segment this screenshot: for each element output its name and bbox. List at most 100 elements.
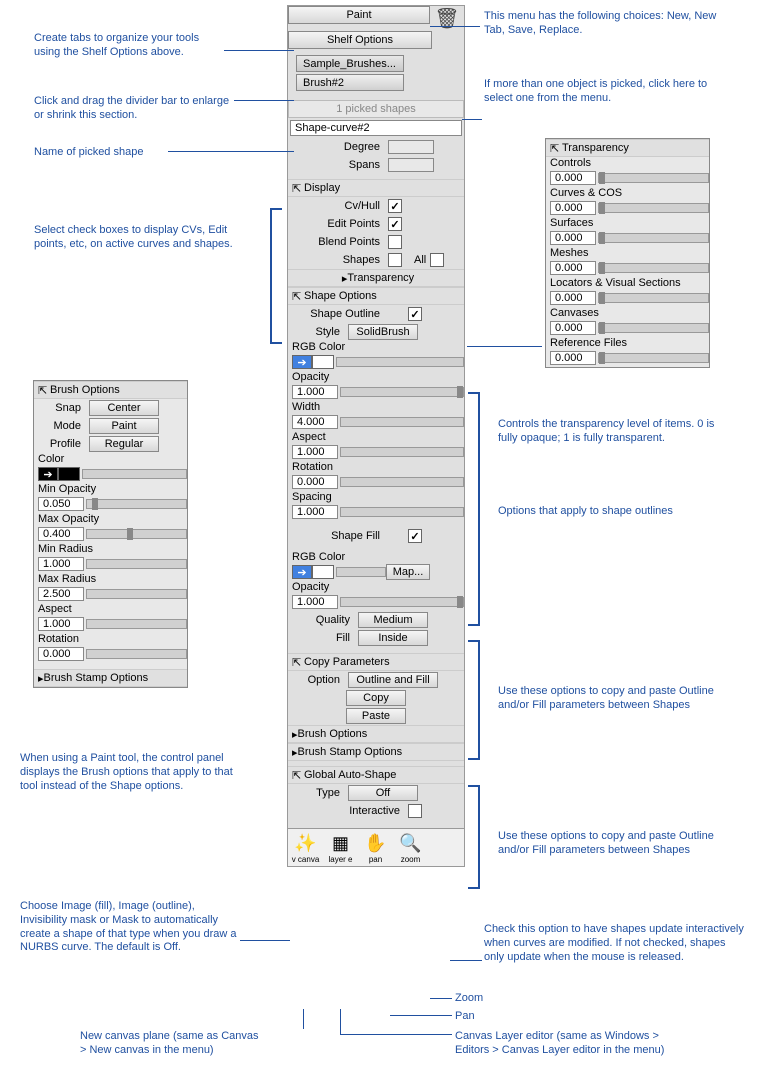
rgb-slider[interactable] xyxy=(336,357,464,367)
controls-input[interactable]: 0.000 xyxy=(550,171,596,185)
locators-input[interactable]: 0.000 xyxy=(550,291,596,305)
shelf-options-button[interactable]: Shelf Options xyxy=(288,31,432,49)
curves-cos-slider[interactable] xyxy=(598,203,709,213)
map-button[interactable]: Map... xyxy=(386,564,430,580)
width-slider[interactable] xyxy=(340,417,464,427)
brush-options-collapsed[interactable]: ▸ Brush Options xyxy=(288,725,464,743)
layer-editor-button[interactable]: ▦layer e xyxy=(323,829,358,866)
min-opacity-slider[interactable] xyxy=(86,499,187,509)
option-dropdown[interactable]: Outline and Fill xyxy=(348,672,438,688)
rgb2-color-swatch[interactable] xyxy=(312,565,334,579)
rgb-color-swatch[interactable] xyxy=(312,355,334,369)
interactive-checkbox[interactable] xyxy=(408,804,422,818)
copy-params-header[interactable]: ⇱Copy Parameters xyxy=(288,653,464,671)
brush-aspect-input[interactable]: 1.000 xyxy=(38,617,84,631)
mode-label: Mode xyxy=(34,420,89,432)
edit-points-checkbox[interactable] xyxy=(388,217,402,231)
global-auto-label: Global Auto-Shape xyxy=(304,769,396,781)
brush-panel-header[interactable]: ⇱Brush Options xyxy=(34,381,187,399)
tab-brush2[interactable]: Brush#2 xyxy=(296,74,404,91)
shape-options-header[interactable]: ⇱Shape Options xyxy=(288,287,464,305)
snap-dropdown[interactable]: Center xyxy=(89,400,159,416)
annotation-11: Options that apply to shape outlines xyxy=(498,505,698,519)
shape-outline-checkbox[interactable] xyxy=(408,307,422,321)
surfaces-input[interactable]: 0.000 xyxy=(550,231,596,245)
zoom-label: zoom xyxy=(401,855,421,864)
max-opacity-slider[interactable] xyxy=(86,529,187,539)
tab-sample-brushes[interactable]: Sample_Brushes... xyxy=(296,55,404,72)
pan-button[interactable]: ✋pan xyxy=(358,829,393,866)
rotation-input[interactable]: 0.000 xyxy=(292,475,338,489)
spacing-input[interactable]: 1.000 xyxy=(292,505,338,519)
brush-stamp-panel-label: Brush Stamp Options xyxy=(44,672,149,684)
rgb2-arrow-button[interactable]: ➔ xyxy=(292,565,312,579)
brush-rotation-input[interactable]: 0.000 xyxy=(38,647,84,661)
shape-name-input[interactable]: Shape-curve#2 xyxy=(290,120,462,136)
paint-button[interactable]: Paint xyxy=(288,6,430,24)
opacity2-input[interactable]: 1.000 xyxy=(292,595,338,609)
spacing-slider[interactable] xyxy=(340,507,464,517)
meshes-slider[interactable] xyxy=(598,263,709,273)
surfaces-slider[interactable] xyxy=(598,233,709,243)
profile-dropdown[interactable]: Regular xyxy=(89,436,159,452)
brush-color-slider[interactable] xyxy=(82,469,187,479)
quality-dropdown[interactable]: Medium xyxy=(358,612,428,628)
max-radius-input[interactable]: 2.500 xyxy=(38,587,84,601)
transparency-panel-header[interactable]: ⇱Transparency xyxy=(546,139,709,157)
new-canvas-label: v canva xyxy=(292,855,320,864)
brush-stamp-panel-header[interactable]: ▸ Brush Stamp Options xyxy=(34,669,187,687)
new-canvas-button[interactable]: ✨v canva xyxy=(288,829,323,866)
blend-points-checkbox[interactable] xyxy=(388,235,402,249)
trash-icon[interactable]: 🗑 xyxy=(430,6,464,31)
controls-slider[interactable] xyxy=(598,173,709,183)
mode-dropdown[interactable]: Paint xyxy=(89,418,159,434)
display-header[interactable]: ⇱Display xyxy=(288,179,464,197)
opacity-input[interactable]: 1.000 xyxy=(292,385,338,399)
spacing-label: Spacing xyxy=(288,491,464,503)
min-radius-input[interactable]: 1.000 xyxy=(38,557,84,571)
locators-slider[interactable] xyxy=(598,293,709,303)
style-dropdown[interactable]: SolidBrush xyxy=(348,324,418,340)
reference-files-input[interactable]: 0.000 xyxy=(550,351,596,365)
min-radius-slider[interactable] xyxy=(86,559,187,569)
fill-dropdown[interactable]: Inside xyxy=(358,630,428,646)
curves-cos-input[interactable]: 0.000 xyxy=(550,201,596,215)
picked-shapes-dropdown[interactable]: 1 picked shapes xyxy=(288,100,464,118)
brush-color-swatch[interactable] xyxy=(58,467,80,481)
paste-button[interactable]: Paste xyxy=(346,708,406,724)
type-dropdown[interactable]: Off xyxy=(348,785,418,801)
aspect-slider[interactable] xyxy=(340,447,464,457)
rgb-arrow-button[interactable]: ➔ xyxy=(292,355,312,369)
max-radius-slider[interactable] xyxy=(86,589,187,599)
shapes-checkbox[interactable] xyxy=(388,253,402,267)
aspect-input[interactable]: 1.000 xyxy=(292,445,338,459)
reference-files-slider[interactable] xyxy=(598,353,709,363)
surfaces-label: Surfaces xyxy=(546,217,709,229)
brush-rotation-slider[interactable] xyxy=(86,649,187,659)
rgb2-slider[interactable] xyxy=(336,567,386,577)
brush-color-label: Color xyxy=(34,453,187,465)
canvases-slider[interactable] xyxy=(598,323,709,333)
curves-cos-label: Curves & COS xyxy=(546,187,709,199)
min-opacity-input[interactable]: 0.050 xyxy=(38,497,84,511)
brush-aspect-slider[interactable] xyxy=(86,619,187,629)
all-checkbox[interactable] xyxy=(430,253,444,267)
cv-hull-checkbox[interactable] xyxy=(388,199,402,213)
max-opacity-input[interactable]: 0.400 xyxy=(38,527,84,541)
edit-points-label: Edit Points xyxy=(288,218,388,230)
opacity2-slider[interactable] xyxy=(340,597,464,607)
brush-stamp-collapsed[interactable]: ▸ Brush Stamp Options xyxy=(288,743,464,761)
width-input[interactable]: 4.000 xyxy=(292,415,338,429)
canvases-input[interactable]: 0.000 xyxy=(550,321,596,335)
opacity-slider[interactable] xyxy=(340,387,464,397)
meshes-input[interactable]: 0.000 xyxy=(550,261,596,275)
shape-fill-label: Shape Fill xyxy=(288,530,388,542)
copy-button[interactable]: Copy xyxy=(346,690,406,706)
rotation-slider[interactable] xyxy=(340,477,464,487)
global-auto-header[interactable]: ⇱Global Auto-Shape xyxy=(288,766,464,784)
locators-label: Locators & Visual Sections xyxy=(546,277,709,289)
transparency-header[interactable]: ▸ Transparency xyxy=(288,269,464,287)
brush-color-arrow[interactable]: ➔ xyxy=(38,467,58,481)
zoom-button[interactable]: 🔍zoom xyxy=(393,829,428,866)
shape-fill-checkbox[interactable] xyxy=(408,529,422,543)
